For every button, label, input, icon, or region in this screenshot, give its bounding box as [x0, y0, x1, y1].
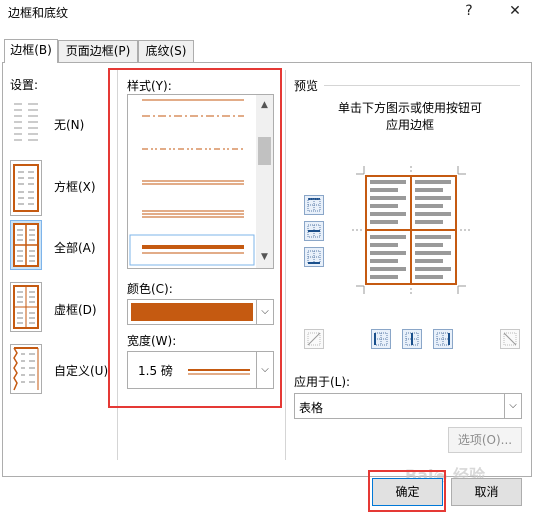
- preset-box-label: 方框(X): [54, 180, 96, 194]
- style-double[interactable]: [142, 180, 244, 185]
- color-dropdown[interactable]: ⌵: [127, 299, 274, 325]
- border-top-icon: [307, 198, 321, 212]
- scroll-up-icon[interactable]: ▲: [256, 97, 273, 114]
- tab-borders[interactable]: 边框(B): [4, 39, 58, 63]
- diagonal-up-border-button[interactable]: [304, 329, 324, 349]
- help-button[interactable]: ?: [454, 0, 484, 28]
- preset-grid-label: 虚框(D): [54, 303, 97, 317]
- settings-label: 设置:: [10, 78, 39, 92]
- preview-hint: 单击下方图示或使用按钮可 应用边框: [294, 100, 526, 134]
- inside-horizontal-border-button[interactable]: [304, 221, 324, 241]
- border-all-icon: [13, 223, 39, 267]
- window-title: 边框和底纹: [8, 6, 69, 20]
- scroll-thumb[interactable]: [258, 137, 271, 165]
- preset-all-label: 全部(A): [54, 241, 96, 255]
- border-diagonal-down-icon: [503, 332, 517, 346]
- style-list-scrollbar[interactable]: ▲ ▼: [256, 95, 273, 268]
- preview-diagram[interactable]: [350, 160, 472, 298]
- preview-hint-line1: 单击下方图示或使用按钮可: [337, 101, 482, 115]
- style-label: 样式(Y):: [127, 79, 172, 93]
- preset-all-button[interactable]: [10, 220, 42, 270]
- width-value: 1.5 磅: [138, 364, 173, 378]
- border-right-icon: [436, 332, 450, 346]
- width-sample: [188, 369, 250, 375]
- preview-hint-line2: 应用边框: [385, 118, 434, 132]
- border-none-icon: [14, 103, 38, 141]
- apply-to-dropdown[interactable]: 表格 ⌵: [294, 393, 522, 419]
- color-swatch: [131, 303, 253, 321]
- preview-label: 预览: [294, 79, 319, 93]
- border-bottom-icon: [307, 250, 321, 264]
- preset-none-button[interactable]: [10, 96, 42, 152]
- border-left-icon: [374, 332, 388, 346]
- style-samples: [129, 99, 255, 266]
- divider: [285, 70, 286, 460]
- close-button[interactable]: ✕: [500, 0, 530, 28]
- right-border-button[interactable]: [433, 329, 453, 349]
- inside-vertical-border-button[interactable]: [402, 329, 422, 349]
- options-button[interactable]: 选项(O)...: [448, 427, 522, 453]
- preset-grid-button[interactable]: [10, 282, 42, 332]
- border-custom-icon: [13, 347, 39, 391]
- top-border-button[interactable]: [304, 195, 324, 215]
- width-dropdown[interactable]: 1.5 磅 ⌵: [127, 351, 274, 389]
- preset-none-label: 无(N): [54, 118, 85, 132]
- title-bar: 边框和底纹 ? ✕: [0, 0, 534, 30]
- tab-shading[interactable]: 底纹(S): [138, 40, 194, 62]
- diagonal-down-border-button[interactable]: [500, 329, 520, 349]
- chevron-down-icon[interactable]: ⌵: [256, 300, 273, 324]
- ok-button[interactable]: 确定: [372, 478, 443, 506]
- bottom-border-button[interactable]: [304, 247, 324, 267]
- scroll-down-icon[interactable]: ▼: [256, 249, 273, 266]
- tab-page-border[interactable]: 页面边框(P): [58, 40, 138, 62]
- width-label: 宽度(W):: [127, 334, 177, 348]
- left-border-button[interactable]: [371, 329, 391, 349]
- chevron-down-icon[interactable]: ⌵: [504, 394, 521, 418]
- apply-to-label: 应用于(L):: [294, 375, 351, 389]
- border-inside-horizontal-icon: [307, 224, 321, 238]
- divider: [324, 85, 520, 86]
- border-box-icon: [13, 164, 39, 212]
- preset-box-button[interactable]: [10, 160, 42, 216]
- style-list[interactable]: ▲ ▼: [127, 94, 274, 269]
- border-grid-icon: [13, 285, 39, 329]
- color-label: 颜色(C):: [127, 282, 173, 296]
- apply-to-value: 表格: [299, 401, 324, 415]
- preset-custom-button[interactable]: [10, 344, 42, 394]
- style-triple[interactable]: [142, 210, 244, 218]
- preset-custom-label: 自定义(U): [54, 364, 109, 378]
- cancel-button[interactable]: 取消: [451, 478, 522, 506]
- border-inside-vertical-icon: [405, 332, 419, 346]
- chevron-down-icon[interactable]: ⌵: [256, 352, 273, 388]
- border-diagonal-up-icon: [307, 332, 321, 346]
